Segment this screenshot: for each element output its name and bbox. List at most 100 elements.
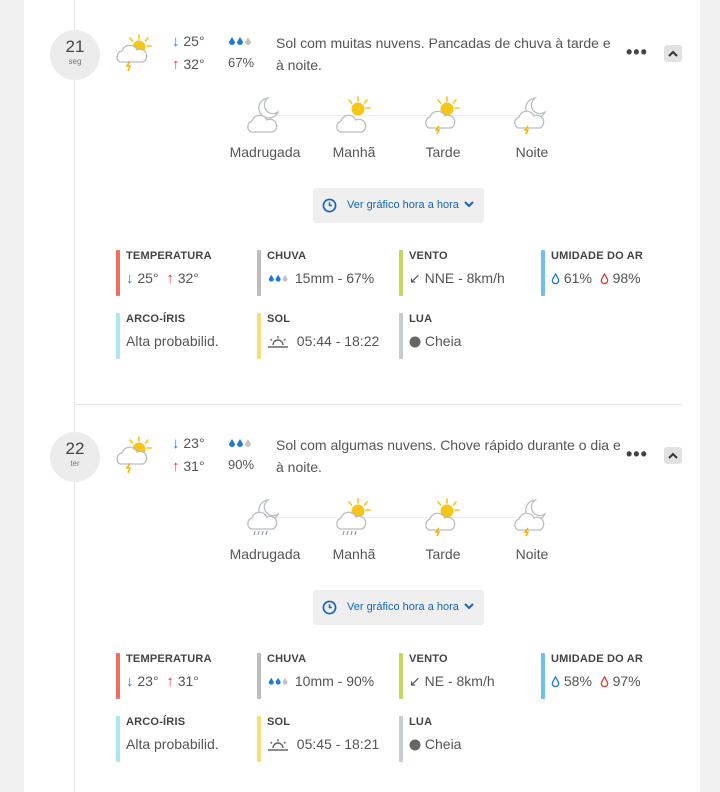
date-badge: 22 ter xyxy=(50,432,100,482)
stat-bar xyxy=(257,250,261,296)
hourly-chart-label: Ver gráfico hora a hora xyxy=(347,601,459,613)
rain-drops-icon xyxy=(268,275,288,282)
stat-value: Cheia xyxy=(409,333,461,349)
stat-bar xyxy=(399,716,403,762)
stat-value: 61% 98% xyxy=(551,270,643,286)
sun-cloud-storm-icon xyxy=(425,96,460,135)
stat-title: CHUVA xyxy=(267,250,307,262)
stat-bar xyxy=(257,313,261,359)
stat-arco-iris: ARCO-ÍRIS Alta probabilid. xyxy=(116,313,219,359)
rain-summary: 67% xyxy=(228,35,254,70)
moon-cloud-storm-icon xyxy=(514,97,547,135)
stat-humidity-max: 98% xyxy=(612,270,641,286)
rain-drops-icon xyxy=(229,439,251,447)
arrow-up-icon: ↑ xyxy=(172,458,180,475)
more-options-button[interactable]: ••• xyxy=(626,42,648,63)
stat-sun: 05:45 - 18:21 xyxy=(296,736,380,752)
arrow-down-icon: ↓ xyxy=(172,33,180,50)
collapse-button[interactable] xyxy=(664,45,682,62)
arrow-up-icon: ↑ xyxy=(172,56,180,73)
period-madrugada: Madrugada xyxy=(220,95,310,160)
stat-wind: NNE - 8km/h xyxy=(424,270,505,286)
moon-cloud-storm-icon xyxy=(514,499,547,537)
period-label: Madrugada xyxy=(229,546,301,562)
hourly-chart-button[interactable]: Ver gráfico hora a hora xyxy=(313,590,484,625)
chevron-up-icon xyxy=(668,50,678,57)
stat-rain: 10mm - 90% xyxy=(294,673,375,689)
moon-cloud-icon xyxy=(247,97,280,133)
date-weekday: seg xyxy=(68,57,82,66)
period-label: Manhã xyxy=(332,144,376,160)
period-noite: Noite xyxy=(487,95,577,160)
rain-drops-icon xyxy=(268,678,288,685)
rain-probability: 67% xyxy=(228,55,255,70)
period-tarde: Tarde xyxy=(398,497,488,562)
arrow-up-icon: ↑ xyxy=(166,270,174,287)
sunrise-icon xyxy=(268,336,288,348)
stat-title: ARCO-ÍRIS xyxy=(126,313,186,325)
rain-summary: 90% xyxy=(228,437,254,472)
period-label: Manhã xyxy=(332,546,376,562)
hourly-chart-label: Ver gráfico hora a hora xyxy=(347,199,459,211)
period-manha: Manhã xyxy=(309,95,399,160)
sunrise-icon xyxy=(268,739,288,751)
stat-moon: Cheia xyxy=(424,736,462,752)
drop-red-icon xyxy=(600,273,608,285)
stat-bar xyxy=(116,653,120,699)
stat-title: TEMPERATURA xyxy=(126,653,212,665)
stat-moon: Cheia xyxy=(424,333,462,349)
stat-title: VENTO xyxy=(409,250,448,262)
stat-temperatura: TEMPERATURA ↓ 25° ↑ 32° xyxy=(116,250,212,296)
wind-direction-icon: ↙ xyxy=(409,673,421,689)
stat-temperatura: TEMPERATURA ↓ 23° ↑ 31° xyxy=(116,653,212,699)
stat-arco-iris: ARCO-ÍRIS Alta probabilid. xyxy=(116,716,219,762)
stat-sun: 05:44 - 18:22 xyxy=(296,333,380,349)
temp-min: 23° xyxy=(183,435,205,451)
stat-value: ↙ NNE - 8km/h xyxy=(409,270,505,287)
period-tarde: Tarde xyxy=(398,95,488,160)
more-options-button[interactable]: ••• xyxy=(626,444,648,465)
stat-title: UMIDADE DO AR xyxy=(551,250,644,262)
hourly-chart-button[interactable]: Ver gráfico hora a hora xyxy=(313,188,484,223)
rain-probability: 90% xyxy=(228,457,255,472)
day-separator xyxy=(75,404,682,405)
day-description: Sol com muitas nuvens. Pancadas de chuva… xyxy=(276,35,611,73)
full-moon-icon xyxy=(409,336,421,348)
period-noite: Noite xyxy=(487,497,577,562)
stat-title: VENTO xyxy=(409,653,448,665)
sun-cloud-storm-icon xyxy=(116,436,152,474)
stat-value: ↙ NE - 8km/h xyxy=(409,673,495,690)
arrow-down-icon: ↓ xyxy=(126,270,134,287)
arrow-down-icon: ↓ xyxy=(126,673,134,690)
period-madrugada: Madrugada xyxy=(220,497,310,562)
drop-red-icon xyxy=(600,676,608,688)
stat-humidity-max: 97% xyxy=(612,673,641,689)
chevron-down-icon xyxy=(464,201,474,208)
stat-title: ARCO-ÍRIS xyxy=(126,716,186,728)
period-label: Madrugada xyxy=(229,144,301,160)
stat-chuva: CHUVA 15mm - 67% xyxy=(257,250,374,296)
drop-blue-icon xyxy=(551,273,560,285)
stat-value: 05:44 - 18:22 xyxy=(267,333,379,349)
arrow-down-icon: ↓ xyxy=(172,435,180,452)
date-weekday: ter xyxy=(70,459,80,468)
stat-umidade: UMIDADE DO AR 61% 98% xyxy=(541,250,643,296)
arrow-up-icon: ↑ xyxy=(166,673,174,690)
stat-temp-min: 25° xyxy=(137,270,159,286)
stat-value: 15mm - 67% xyxy=(267,270,374,286)
stat-value: 10mm - 90% xyxy=(267,673,374,689)
stat-bar xyxy=(541,250,545,296)
clock-icon xyxy=(322,198,337,213)
stat-value: ↓ 25° ↑ 32° xyxy=(126,270,212,287)
stat-title: LUA xyxy=(409,716,433,728)
stat-value: 58% 97% xyxy=(551,673,643,689)
collapse-button[interactable] xyxy=(664,447,682,464)
temp-summary: ↓ 25° ↑ 32° xyxy=(172,30,205,76)
stat-value: 05:45 - 18:21 xyxy=(267,736,379,752)
stat-wind: NE - 8km/h xyxy=(424,673,495,689)
rain-drops-icon xyxy=(229,37,251,45)
period-label: Tarde xyxy=(425,144,461,160)
stat-vento: VENTO ↙ NNE - 8km/h xyxy=(399,250,505,296)
stat-sol: SOL 05:45 - 18:21 xyxy=(257,716,379,762)
stat-bar xyxy=(116,313,120,359)
